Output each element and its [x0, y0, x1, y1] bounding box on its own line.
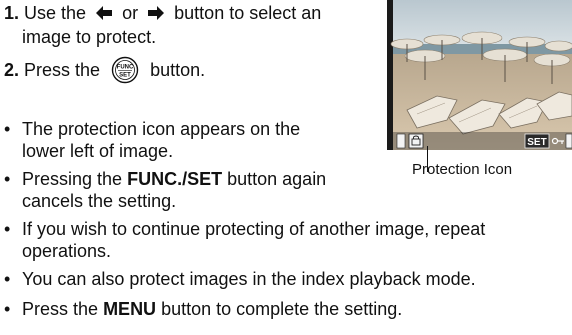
step-2-line: 2. Press the FUNC SET button. — [4, 56, 205, 84]
bullet-3-line-1: • If you wish to continue protecting of a… — [4, 218, 485, 240]
bullet-5-line-1: • Press the MENU button to complete the s… — [4, 298, 402, 320]
step-2-text-after: button. — [150, 60, 206, 80]
func-text: FUNC — [117, 65, 134, 71]
bullet-2-text-before: Pressing the — [22, 169, 123, 189]
bullet-4-text: You can also protect images in the index… — [22, 269, 476, 289]
bullet-2-text-after: button again — [227, 169, 327, 189]
bullet-1-line-2: lower left of image. — [22, 141, 174, 161]
bullet-dot: • — [4, 219, 11, 239]
bullet-2-line-1: • Pressing the FUNC./SET button again — [4, 168, 326, 190]
step-1-text-before: Use the — [24, 3, 87, 23]
step-1-line-1: 1. Use the or button to select an — [4, 2, 321, 24]
bullet-2-line-2: cancels the setting. — [22, 191, 177, 211]
playback-mode-icon — [396, 133, 406, 149]
beach-photo-image: SET — [387, 0, 572, 150]
bullet-5-text-after: button to complete the setting. — [161, 299, 403, 319]
protection-icon-label: Protection Icon — [412, 161, 513, 178]
bullet-dot: • — [4, 299, 11, 319]
bullet-3-line-2: operations. — [22, 241, 112, 261]
step-2-number: 2. — [4, 60, 20, 80]
bullet-2-bold: FUNC./SET — [127, 169, 223, 189]
bullet-dot: • — [4, 269, 11, 289]
bullet-1-text: The protection icon appears on the — [22, 119, 301, 139]
left-arrow-icon — [96, 6, 113, 20]
step-1-number: 1. — [4, 3, 20, 23]
step-2-text-before: Press the — [24, 60, 101, 80]
playback-photo: SET — [387, 0, 572, 150]
func-set-button-icon: FUNC SET — [111, 56, 139, 84]
bullet-dot: • — [4, 119, 11, 139]
bullet-1-line-1: • The protection icon appears on the — [4, 118, 300, 140]
set-text: SET — [119, 73, 131, 79]
bullet-3-text: If you wish to continue protecting of an… — [22, 219, 486, 239]
protection-icon — [408, 133, 424, 149]
overlay-set-label: SET — [527, 137, 546, 148]
bullet-5-text-before: Press the — [22, 299, 99, 319]
bullet-5-bold: MENU — [103, 299, 157, 319]
right-arrow-icon — [148, 6, 165, 20]
step-1-line-2: image to protect. — [22, 27, 157, 47]
bullet-dot: • — [4, 169, 11, 189]
step-1-text-after: button to select an — [174, 3, 322, 23]
bullet-4-line-1: • You can also protect images in the inde… — [4, 268, 476, 290]
step-1-text-or: or — [122, 3, 139, 23]
